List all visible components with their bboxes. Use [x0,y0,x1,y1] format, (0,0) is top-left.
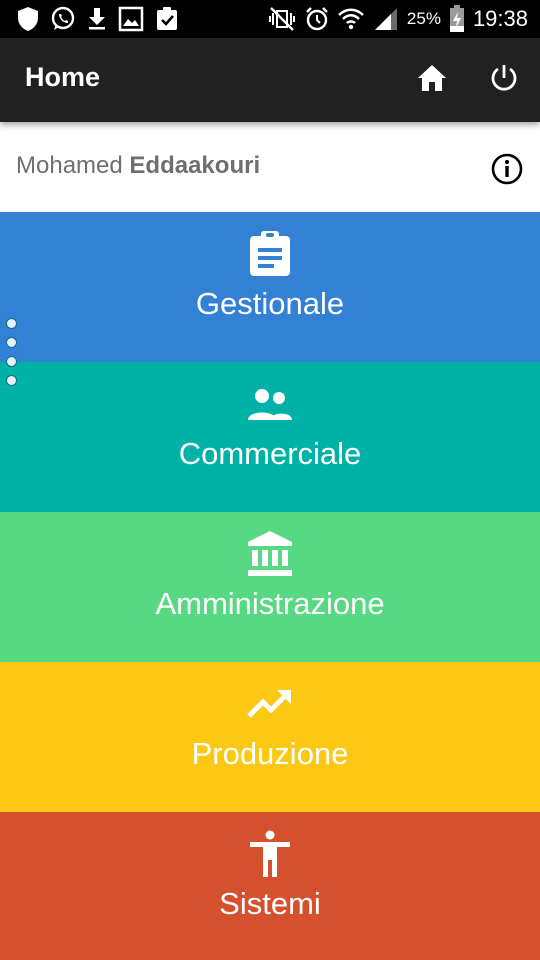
clipboard-check-icon [154,6,180,32]
tile-label: Gestionale [195,286,345,321]
power-icon [488,62,520,99]
battery-charging-icon [449,5,465,33]
trending-up-icon [246,680,294,728]
tile-produzione[interactable]: Produzione [0,662,540,812]
status-bar: 25% 19:38 [0,0,540,38]
people-icon [246,380,294,428]
page-dot[interactable] [6,337,17,348]
user-last-name: Eddaakouri [129,152,261,179]
logout-button[interactable] [486,62,522,98]
system-status: 25% 19:38 [267,4,528,34]
home-icon [416,63,448,98]
page-dot[interactable] [6,375,17,386]
vibrate-mute-icon [267,6,297,32]
tile-commerciale[interactable]: Commerciale [0,362,540,512]
tile-amministrazione[interactable]: Amministrazione [0,512,540,662]
bank-icon [246,530,294,578]
tile-label: Produzione [191,736,349,771]
tile-label: Sistemi [219,886,321,921]
whatsapp-icon [50,6,76,32]
clock: 19:38 [472,6,528,31]
battery-percentage: 25% [406,9,441,28]
signal-icon [373,6,399,32]
user-first-name: Mohamed [16,152,123,179]
clipboard-icon [246,230,294,278]
tile-sistemi[interactable]: Sistemi [0,812,540,960]
info-icon [490,153,524,190]
notification-icons [16,6,180,32]
user-name: Mohamed Eddaakouri [16,152,260,180]
alarm-icon [305,6,329,32]
tile-label: Commerciale [178,436,362,471]
home-button[interactable] [414,62,450,98]
page-indicator [6,318,20,394]
info-button[interactable] [490,152,524,186]
tile-gestionale[interactable]: Gestionale [0,212,540,362]
app-bar: Home [0,38,540,122]
image-icon [118,6,144,32]
accessibility-icon [246,830,294,878]
page-title: Home [25,62,101,92]
shield-icon [16,6,40,32]
page-dot[interactable] [6,356,17,367]
user-header: Mohamed Eddaakouri [0,122,540,212]
download-icon [86,6,108,32]
page-dot[interactable] [6,318,17,329]
tile-label: Amministrazione [155,586,385,621]
wifi-icon [337,6,365,32]
